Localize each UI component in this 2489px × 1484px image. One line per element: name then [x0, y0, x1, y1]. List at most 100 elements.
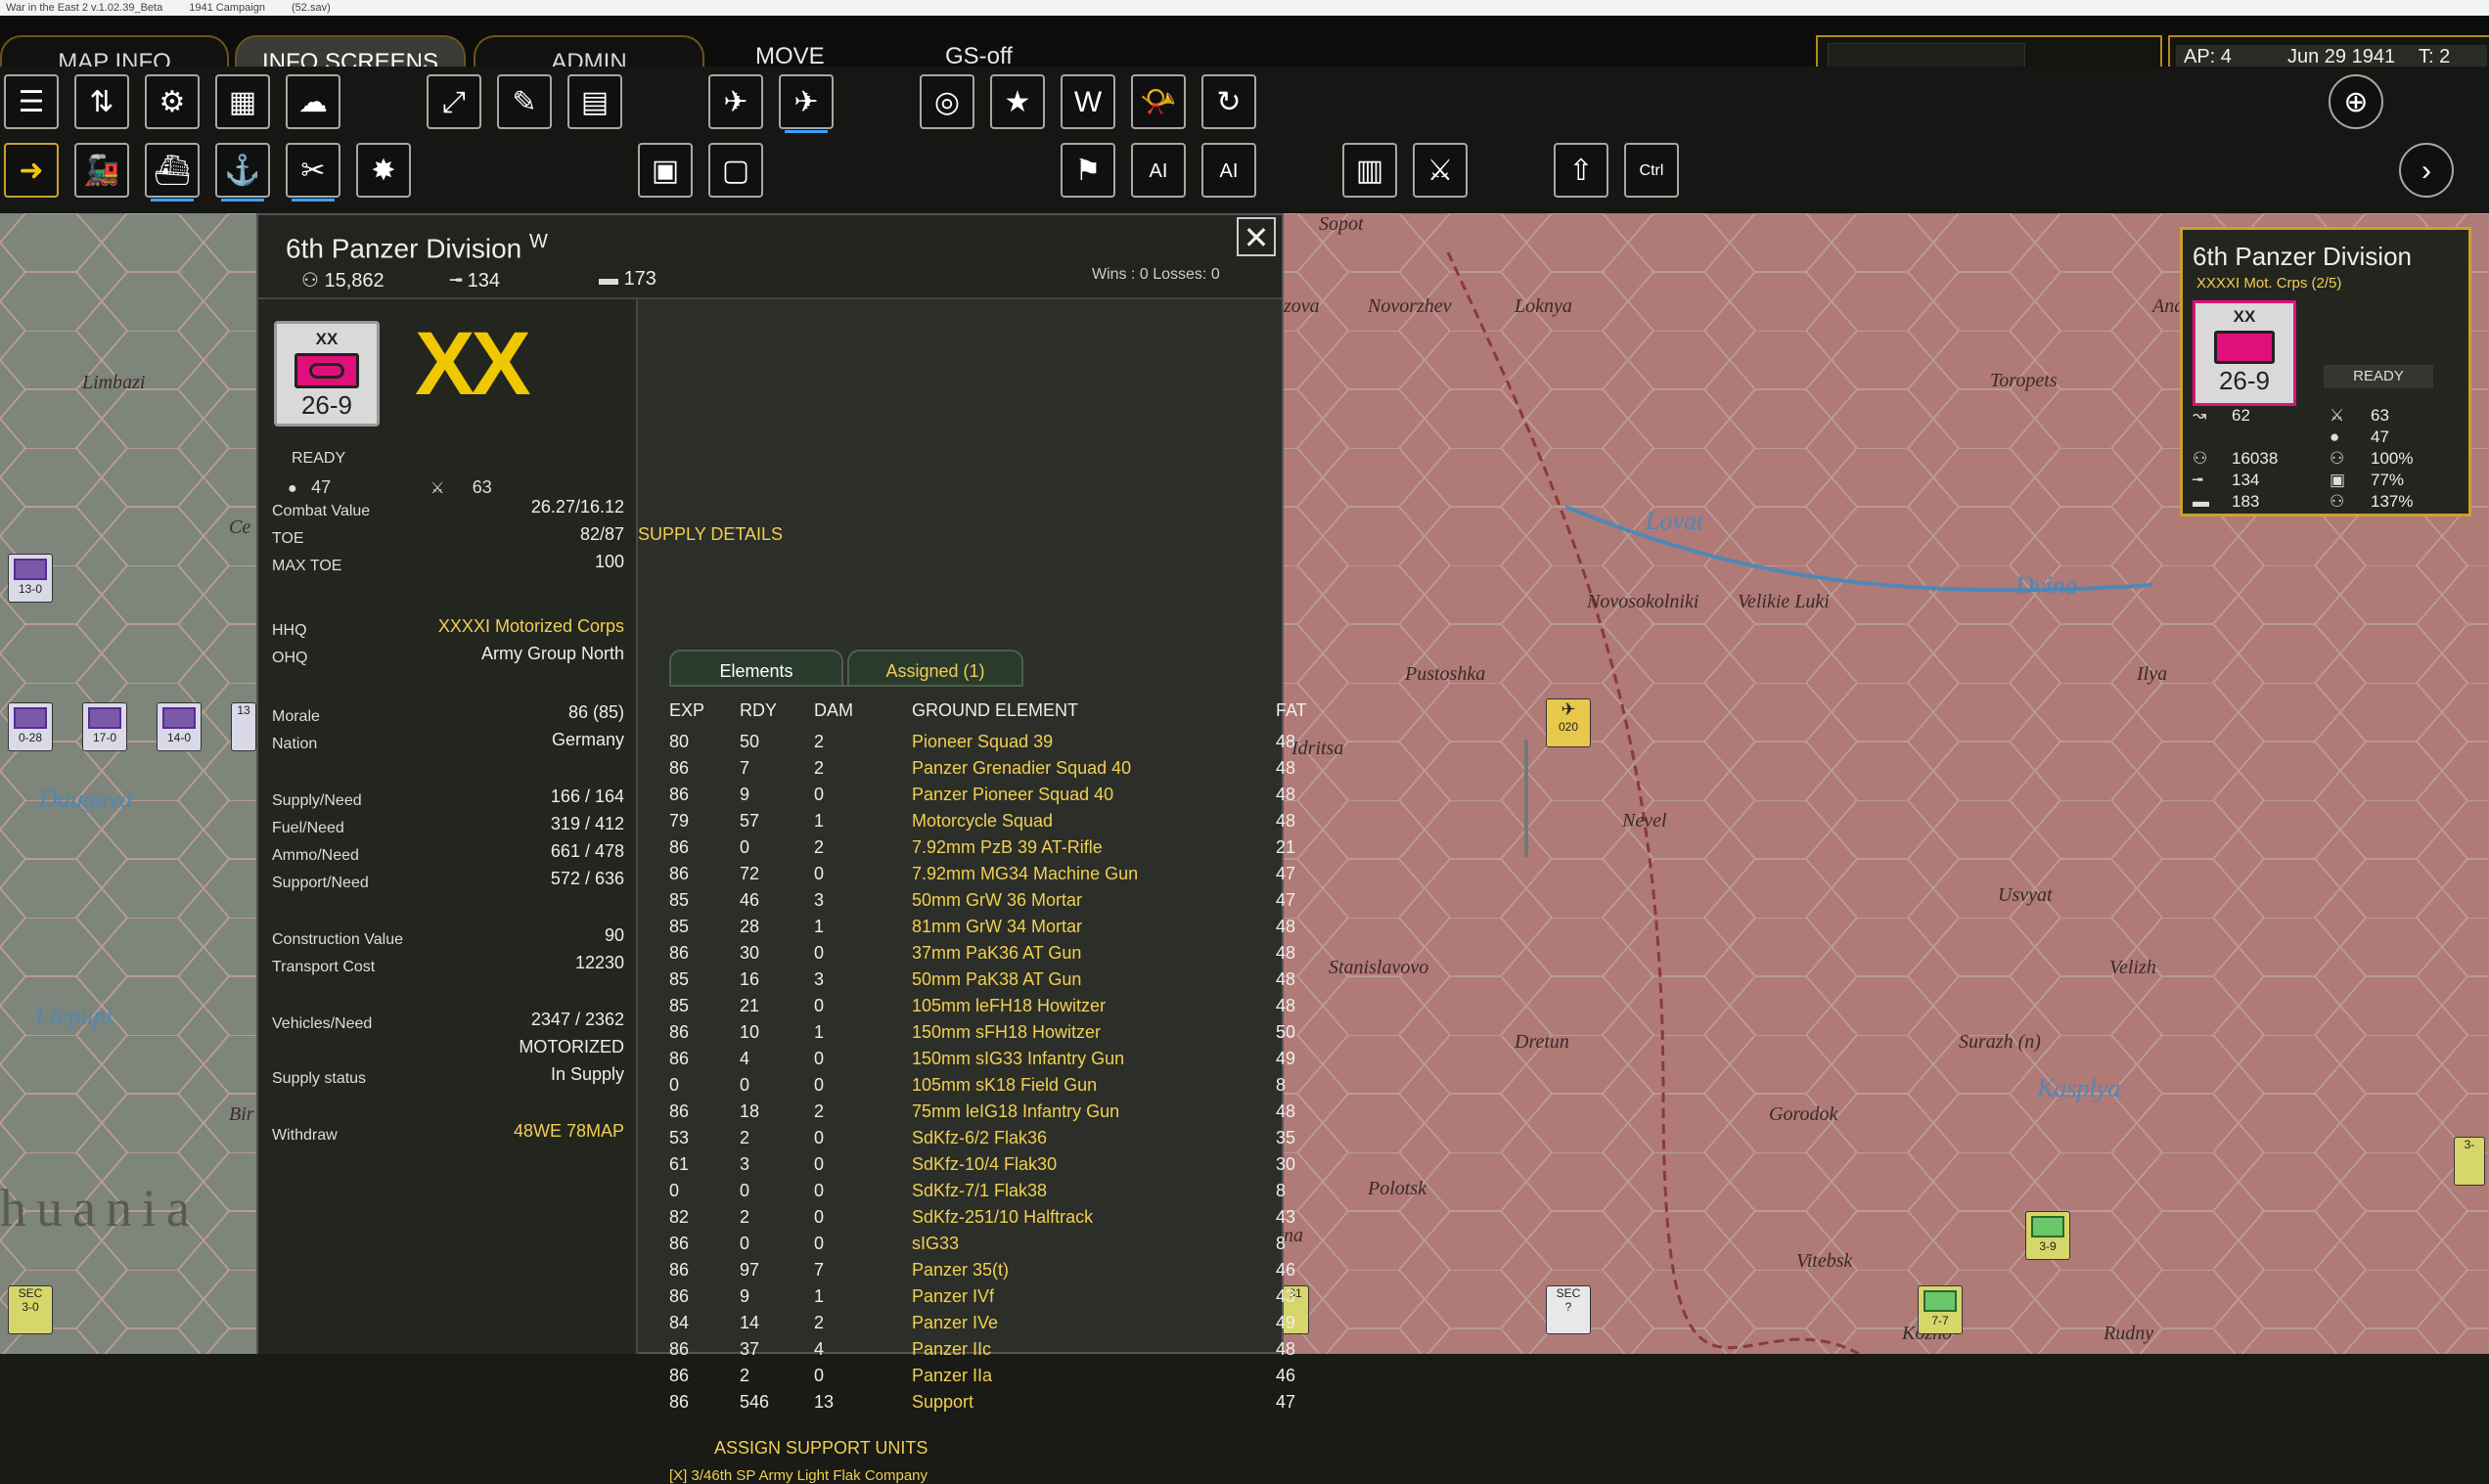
supply-depot-icon[interactable]: ▥ — [1342, 143, 1397, 198]
table-header[interactable]: DAM — [814, 700, 853, 721]
weather-icon[interactable]: ☁ — [286, 74, 340, 129]
list-icon[interactable]: ☰ — [4, 74, 59, 129]
map-unit-counter[interactable]: 14-0 — [157, 702, 202, 751]
element-name[interactable]: Panzer 35(t) — [912, 1260, 1009, 1281]
element-name[interactable]: 7.92mm PzB 39 AT-Rifle — [912, 837, 1103, 858]
element-name[interactable]: SdKfz-7/1 Flak38 — [912, 1181, 1047, 1201]
table-cell: 546 — [740, 1392, 770, 1412]
star-icon[interactable]: ★ — [990, 74, 1045, 129]
expand-arrows-icon[interactable]: ⤢ — [427, 74, 481, 129]
gear-icon[interactable]: ⚙ — [145, 74, 200, 129]
element-name[interactable]: SdKfz-251/10 Halftrack — [912, 1207, 1093, 1228]
sliders-icon[interactable]: ⇅ — [74, 74, 129, 129]
map-unit-counter[interactable]: 3- — [2454, 1137, 2485, 1186]
next-turn-icon[interactable]: › — [2399, 143, 2454, 198]
element-name[interactable]: 7.92mm MG34 Machine Gun — [912, 864, 1138, 884]
table-cell: 49 — [1276, 1313, 1296, 1332]
chart-icon[interactable]: ▦ — [215, 74, 270, 129]
table-header[interactable]: GROUND ELEMENT — [912, 700, 1078, 721]
naval-transport-icon[interactable]: ⚓ — [215, 143, 270, 202]
table-scrollbar[interactable] — [1524, 740, 1528, 857]
ai-combat-icon[interactable]: AI — [1131, 143, 1186, 198]
element-name[interactable]: 81mm GrW 34 Mortar — [912, 917, 1082, 937]
table-cell: 2 — [740, 1207, 750, 1227]
horn-icon[interactable]: 📯 — [1131, 74, 1186, 129]
map-label: Velikie Luki — [1738, 591, 1830, 612]
table-header[interactable]: EXP — [669, 700, 704, 721]
stat-label: Morale — [272, 708, 320, 725]
element-name[interactable]: 75mm leIG18 Infantry Gun — [912, 1102, 1119, 1122]
explosion-icon[interactable]: ✸ — [356, 143, 411, 198]
map-unit-counter[interactable]: 13 — [231, 702, 256, 751]
table-cell: 48 — [1276, 758, 1296, 778]
element-name[interactable]: SdKfz-10/4 Flak30 — [912, 1154, 1057, 1175]
element-name[interactable]: Support — [912, 1392, 973, 1413]
element-name[interactable]: 50mm GrW 36 Mortar — [912, 890, 1082, 911]
table-cell: 85 — [669, 890, 690, 910]
air-base-icon[interactable]: ✈ — [708, 74, 763, 129]
map-unit-counter[interactable]: 17-0 — [82, 702, 127, 751]
element-name[interactable]: Panzer IIa — [912, 1366, 992, 1386]
unit-stat-row: Ammo/Need 661 / 478 — [272, 841, 624, 865]
element-name[interactable]: 150mm sIG33 Infantry Gun — [912, 1049, 1124, 1069]
ship-icon[interactable]: ⛴ — [145, 143, 200, 202]
search-input[interactable] — [1828, 43, 2025, 68]
frame-icon[interactable]: ▢ — [708, 143, 763, 198]
map-unit-counter[interactable]: SEC 3-0 — [8, 1285, 53, 1334]
stat-label: Combat Value — [272, 503, 371, 519]
element-name[interactable]: 105mm leFH18 Howitzer — [912, 996, 1106, 1016]
ctrl-key-icon[interactable]: Ctrl — [1624, 143, 1679, 198]
element-name[interactable]: Panzer IIc — [912, 1339, 991, 1360]
turn-number: T: 2 — [2411, 45, 2487, 68]
map-unit-counter[interactable]: SEC? — [1546, 1285, 1591, 1334]
assign-support-title[interactable]: ASSIGN SUPPORT UNITS — [714, 1438, 928, 1459]
element-name[interactable]: Panzer Grenadier Squad 40 — [912, 758, 1131, 779]
train-icon[interactable]: 🚂 — [74, 143, 129, 198]
table-cell: 0 — [814, 996, 825, 1015]
newspaper-icon[interactable]: W — [1061, 74, 1115, 129]
close-button[interactable]: ✕ — [1237, 217, 1276, 256]
table-header[interactable]: FAT — [1276, 700, 1307, 721]
replay-icon[interactable]: ↻ — [1201, 74, 1256, 129]
stat-label: Withdraw — [272, 1127, 338, 1144]
element-name[interactable]: Pioneer Squad 39 — [912, 732, 1053, 752]
assigned-support-unit[interactable]: [X] 3/46th SP Army Light Flak Company — [669, 1467, 928, 1484]
notes-icon[interactable]: ▤ — [567, 74, 622, 129]
table-cell: 0 — [814, 1366, 825, 1385]
element-name[interactable]: 50mm PaK38 AT Gun — [912, 969, 1081, 990]
element-name[interactable]: 37mm PaK36 AT Gun — [912, 943, 1081, 964]
grid-units-icon[interactable]: ▣ — [638, 143, 693, 198]
map-unit-counter[interactable]: 3-9 — [2025, 1211, 2070, 1260]
map-unit-counter[interactable]: 13-0 — [8, 554, 53, 603]
gun-icon: ╼ — [450, 270, 468, 292]
paradrop-icon[interactable]: ✂ — [286, 143, 340, 202]
fort-icon[interactable]: ⚔ — [1413, 143, 1468, 198]
element-name[interactable]: sIG33 — [912, 1234, 959, 1254]
element-name[interactable]: SdKfz-6/2 Flak36 — [912, 1128, 1047, 1148]
arrow-right-icon[interactable]: ➜ — [4, 143, 59, 198]
map-label: Nevel — [1622, 810, 1667, 832]
element-name[interactable]: 105mm sK18 Field Gun — [912, 1075, 1097, 1096]
element-name[interactable]: 150mm sFH18 Howitzer — [912, 1022, 1101, 1043]
table-cell: 2 — [740, 1366, 750, 1385]
air-mission-icon[interactable]: ✈ — [779, 74, 834, 133]
hq-icon[interactable]: ⊕ — [2329, 74, 2383, 129]
element-name[interactable]: Panzer IVe — [912, 1313, 998, 1333]
globe-icon[interactable]: ◎ — [920, 74, 974, 129]
tab-assigned[interactable]: Assigned (1) — [847, 650, 1023, 687]
edit-icon[interactable]: ✎ — [497, 74, 552, 129]
tab-elements[interactable]: Elements — [669, 650, 843, 687]
element-name[interactable]: Motorcycle Squad — [912, 811, 1053, 832]
map-unit-counter[interactable]: 7-7 — [1918, 1285, 1963, 1334]
stat-icon: ↝ — [2193, 406, 2207, 425]
map-unit-counter[interactable]: ✈ 020 — [1546, 698, 1591, 747]
element-name[interactable]: Panzer Pioneer Squad 40 — [912, 785, 1113, 805]
ai-auto-icon[interactable]: AI — [1201, 143, 1256, 198]
element-name[interactable]: Panzer IVf — [912, 1286, 994, 1307]
table-header[interactable]: RDY — [740, 700, 777, 721]
supply-details-link[interactable]: SUPPLY DETAILS — [638, 524, 783, 545]
flag-arrow-icon[interactable]: ⚑ — [1061, 143, 1115, 198]
unit-info-panel[interactable]: 6th Panzer Division XXXXI Mot. Crps (2/5… — [2180, 227, 2471, 517]
shift-up-icon[interactable]: ⇧ — [1554, 143, 1608, 198]
map-unit-counter[interactable]: 0-28 — [8, 702, 53, 751]
